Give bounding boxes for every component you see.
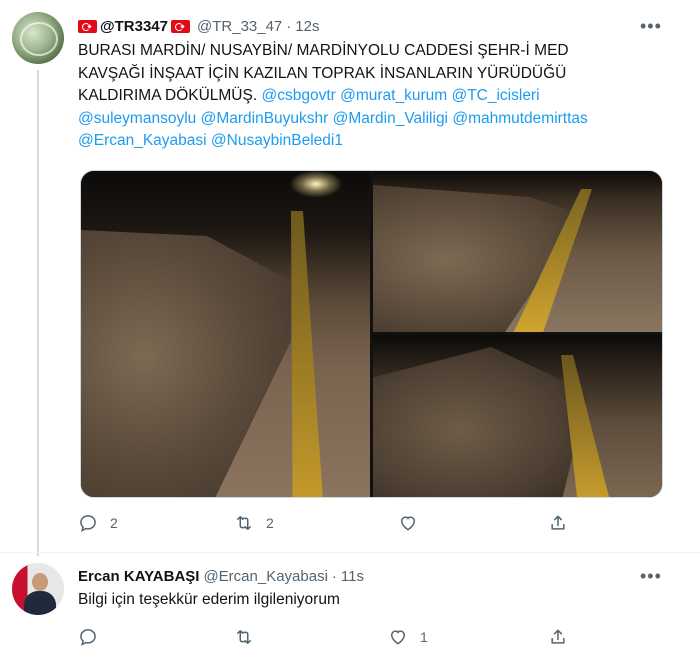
tweet-text-segment: KALDIRIMA DÖKÜLMÜŞ.	[78, 87, 262, 104]
photo-1[interactable]	[81, 171, 370, 497]
tweet-text-line: @Ercan_Kayabasi @NusaybinBeledi1	[78, 130, 668, 153]
tweet-actions: 2 2	[78, 513, 598, 535]
tweet-text: BURASI MARDİN/ NUSAYBİN/ MARDİNYOLU CADD…	[78, 40, 668, 153]
timestamp[interactable]: 11s	[341, 568, 364, 585]
tweet-text-segment: BURASI MARDİN/ NUSAYBİN/ MARDİNYOLU CADD…	[78, 42, 569, 59]
avatar[interactable]	[12, 12, 64, 64]
retweet-button[interactable]: 2	[234, 513, 274, 533]
heart-icon	[390, 630, 406, 645]
tweet-text-line: @suleymansoylu @MardinBuyukshr @Mardin_V…	[78, 108, 668, 131]
timestamp[interactable]: 12s	[295, 18, 319, 35]
share-button[interactable]	[548, 513, 568, 533]
tweet-text-line: KALDIRIMA DÖKÜLMÜŞ. @csbgovtr @murat_kur…	[78, 85, 668, 108]
mention-link[interactable]: @suleymansoylu	[78, 110, 196, 127]
heart-icon	[400, 516, 416, 531]
photo-2[interactable]	[373, 171, 662, 332]
separator-dot: ·	[286, 17, 292, 35]
reply-icon	[80, 515, 96, 532]
share-icon	[551, 629, 565, 644]
more-options-icon[interactable]: •••	[640, 16, 661, 36]
avatar[interactable]	[12, 563, 64, 615]
turkey-flag-icon	[78, 19, 97, 33]
media-grid[interactable]	[80, 170, 663, 498]
retweet-icon	[237, 630, 251, 644]
mention-link[interactable]: @TC_icisleri	[451, 87, 539, 104]
share-button[interactable]	[548, 627, 568, 647]
mention-link[interactable]: @Ercan_Kayabasi	[78, 132, 207, 149]
reply-button[interactable]	[78, 627, 110, 647]
tweet-text-segment: KAVŞAĞI İNŞAAT İÇİN KAZILAN TOPRAK İNSAN…	[78, 64, 567, 82]
user-handle[interactable]: @TR_33_47	[197, 18, 282, 35]
like-button[interactable]	[398, 513, 430, 533]
tweet-text-line: BURASI MARDİN/ NUSAYBİN/ MARDİNYOLU CADD…	[78, 40, 668, 63]
photo-3[interactable]	[373, 335, 662, 497]
reply-count: 2	[110, 515, 118, 531]
reply-icon	[80, 629, 96, 646]
separator-dot: ·	[331, 567, 337, 585]
mention-link[interactable]: @csbgovtr	[261, 87, 335, 104]
turkey-flag-icon	[171, 19, 190, 33]
tweet-text-line: KAVŞAĞI İNŞAAT İÇİN KAZILAN TOPRAK İNSAN…	[78, 63, 668, 86]
tweet-text: Bilgi için teşekkür ederim ilgileniyorum	[78, 591, 340, 608]
mention-link[interactable]: @murat_kurum	[340, 87, 447, 104]
reply-button[interactable]: 2	[78, 513, 118, 533]
mention-link[interactable]: @Mardin_Valiligi	[333, 110, 448, 127]
retweet-button[interactable]	[234, 627, 266, 647]
tweet-actions: 1	[78, 627, 598, 649]
divider	[0, 552, 700, 553]
mention-link[interactable]: @mahmutdemirttas	[452, 110, 587, 127]
tweet-header: @TR3347 @TR_33_47 · 12s	[78, 16, 319, 36]
thread-connector-line	[37, 70, 39, 556]
more-options-icon[interactable]: •••	[640, 566, 661, 586]
mention-link[interactable]: @NusaybinBeledi1	[211, 132, 343, 149]
retweet-count: 2	[266, 515, 274, 531]
retweet-icon	[237, 516, 251, 530]
like-button[interactable]: 1	[388, 627, 428, 647]
like-count: 1	[420, 629, 428, 645]
tweet-header: Ercan KAYABAŞI @Ercan_Kayabasi · 11s	[78, 566, 364, 586]
display-name[interactable]: @TR3347	[100, 18, 168, 35]
display-name[interactable]: Ercan KAYABAŞI	[78, 568, 199, 585]
mention-link[interactable]: @MardinBuyukshr	[201, 110, 329, 127]
user-handle[interactable]: @Ercan_Kayabasi	[203, 568, 327, 585]
share-icon	[551, 515, 565, 530]
